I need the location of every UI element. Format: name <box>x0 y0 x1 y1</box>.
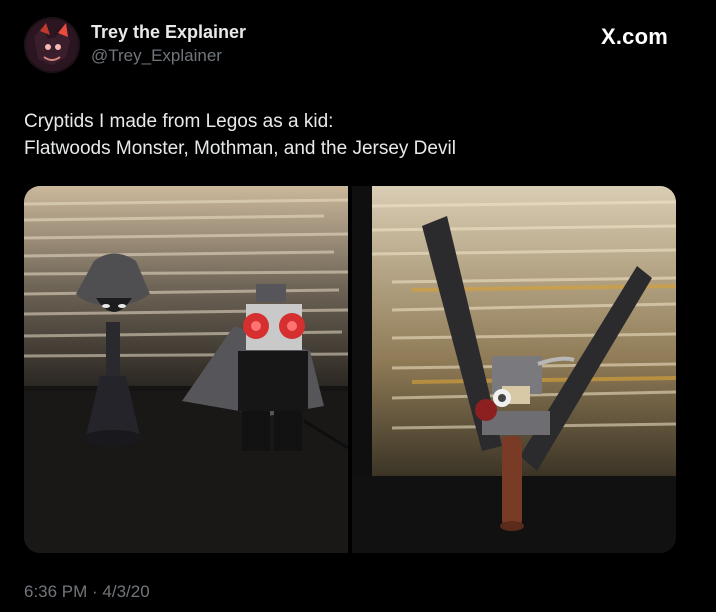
x-logo: X.com <box>600 24 668 49</box>
photo-right[interactable] <box>352 186 676 553</box>
photo-left[interactable] <box>24 186 348 553</box>
tweet-timestamp[interactable]: 6:36 PM · 4/3/20 <box>24 582 150 602</box>
tweet-text: Cryptids I made from Legos as a kid: Fla… <box>24 108 684 162</box>
tweet-line-1: Cryptids I made from Legos as a kid: <box>24 111 334 132</box>
author-handle[interactable]: @Trey_Explainer <box>91 46 222 66</box>
avatar[interactable] <box>24 17 80 73</box>
tweet-line-2: Flatwoods Monster, Mothman, and the Jers… <box>24 138 456 159</box>
avatar-image <box>24 17 80 73</box>
author-name[interactable]: Trey the Explainer <box>91 22 246 43</box>
tweet-media[interactable] <box>24 186 676 553</box>
